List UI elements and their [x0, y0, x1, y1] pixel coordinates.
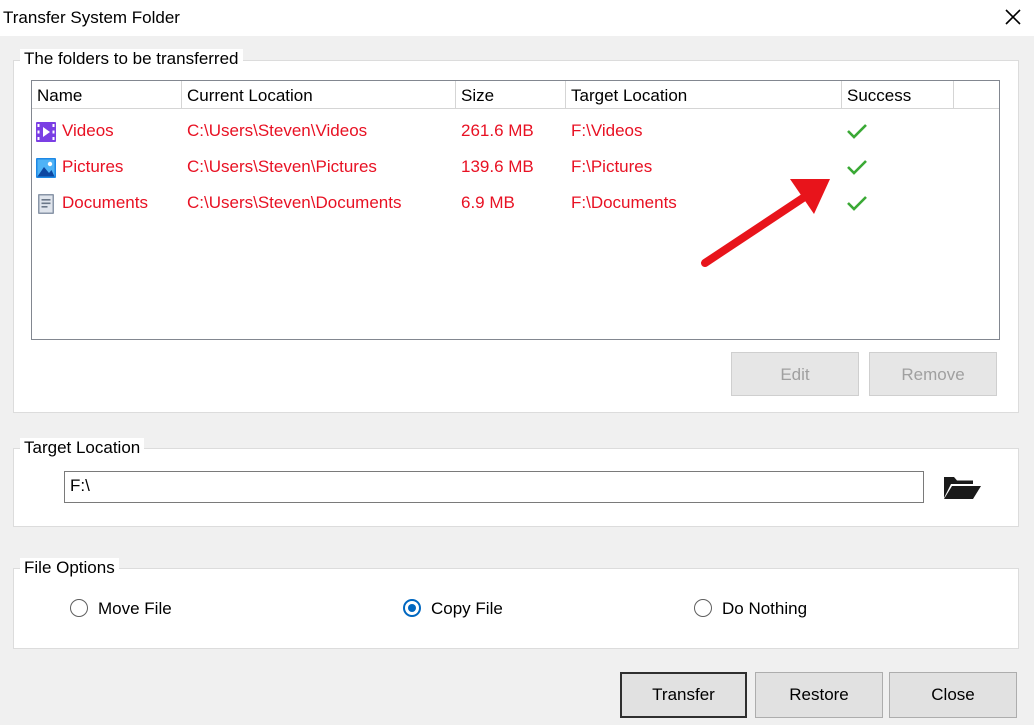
transfer-button[interactable]: Transfer	[620, 672, 747, 718]
annotation-arrow-icon	[701, 179, 830, 267]
edit-button[interactable]: Edit	[731, 352, 859, 396]
open-folder-icon[interactable]	[941, 471, 983, 503]
window-title: Transfer System Folder	[3, 8, 180, 27]
list-item-videos[interactable]: Videos C:\Users\Steven\Videos 261.6 MB F…	[32, 114, 999, 148]
cell-target-location: F:\Videos	[571, 121, 643, 140]
cell-target-location: F:\Pictures	[571, 157, 653, 176]
move-file-radio[interactable]	[70, 599, 88, 617]
target-location-input[interactable]: F:\	[64, 471, 924, 503]
do-nothing-radio[interactable]	[694, 599, 712, 617]
cell-name: Documents	[62, 193, 148, 212]
copy-file-radio[interactable]	[403, 599, 421, 617]
cell-name: Pictures	[62, 157, 124, 176]
file-options-legend: File Options	[20, 558, 119, 578]
cell-size: 139.6 MB	[461, 157, 534, 176]
cell-current-location: C:\Users\Steven\Documents	[187, 193, 402, 212]
folders-group-legend: The folders to be transferred	[20, 49, 243, 69]
column-header-current-location[interactable]: Current Location	[182, 81, 456, 109]
cell-current-location: C:\Users\Steven\Videos	[187, 121, 368, 140]
success-check-icon	[847, 196, 867, 211]
remove-button[interactable]: Remove	[869, 352, 997, 396]
column-header-success[interactable]: Success	[842, 81, 954, 109]
cell-name: Videos	[62, 121, 114, 140]
restore-button[interactable]: Restore	[755, 672, 883, 718]
column-header-filler	[954, 81, 999, 109]
move-file-label[interactable]: Move File	[98, 599, 172, 619]
cell-target-location: F:\Documents	[571, 193, 677, 212]
cell-size: 6.9 MB	[461, 193, 515, 212]
list-item-documents[interactable]: Documents C:\Users\Steven\Documents 6.9 …	[32, 186, 999, 220]
success-check-icon	[847, 160, 867, 175]
close-icon[interactable]	[1000, 4, 1026, 30]
document-folder-icon	[38, 194, 54, 214]
picture-folder-icon	[36, 158, 56, 178]
cell-size: 261.6 MB	[461, 121, 534, 140]
column-header-target-location[interactable]: Target Location	[566, 81, 842, 109]
do-nothing-label[interactable]: Do Nothing	[722, 599, 807, 619]
cell-current-location: C:\Users\Steven\Pictures	[187, 157, 377, 176]
success-check-icon	[847, 124, 867, 139]
folders-list[interactable]: Name Current Location Size Target Locati…	[31, 80, 1000, 340]
target-location-legend: Target Location	[20, 438, 145, 458]
list-header: Name Current Location Size Target Locati…	[32, 81, 999, 109]
video-folder-icon	[36, 122, 56, 142]
copy-file-label[interactable]: Copy File	[431, 599, 503, 619]
column-header-name[interactable]: Name	[32, 81, 182, 109]
title-bar: Transfer System Folder	[0, 0, 1034, 36]
close-button[interactable]: Close	[889, 672, 1017, 718]
column-header-size[interactable]: Size	[456, 81, 566, 109]
list-item-pictures[interactable]: Pictures C:\Users\Steven\Pictures 139.6 …	[32, 150, 999, 184]
